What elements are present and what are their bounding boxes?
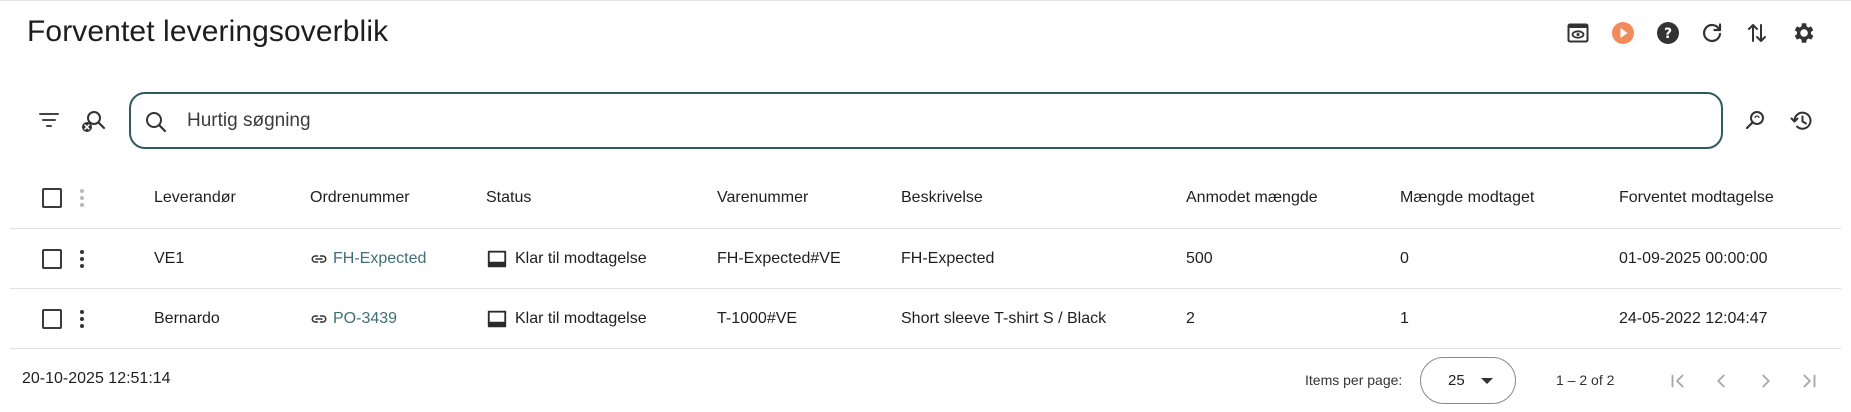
column-header-expected-receipt[interactable]: Forventet modtagelse [1619, 168, 1774, 228]
supplier-cell: Bernardo [154, 309, 220, 327]
table-row[interactable]: Bernardo PO-3439 Klar til modtagelse T-1… [10, 289, 1841, 349]
column-header-order-number[interactable]: Ordrenummer [310, 168, 410, 228]
status-cell: Klar til modtagelse [486, 289, 647, 348]
kebab-icon [80, 309, 84, 328]
pagination-range: 1 – 2 of 2 [1556, 372, 1615, 388]
refresh-icon [1702, 23, 1722, 43]
status-text: Klar til modtagelse [515, 249, 647, 267]
order-number-text: PO-3439 [333, 309, 398, 327]
items-per-page-value: 25 [1448, 372, 1465, 389]
items-per-page-select[interactable]: 25 [1420, 357, 1516, 404]
row-select-cell [42, 229, 62, 288]
row-menu-button[interactable] [80, 229, 84, 288]
status-text: Klar til modtagelse [515, 309, 647, 327]
next-page-button[interactable] [1752, 367, 1780, 395]
item-number-cell: FH-Expected#VE [717, 249, 841, 267]
order-number-link[interactable]: PO-3439 [310, 289, 397, 348]
item-number-cell: T-1000#VE [717, 309, 798, 327]
requested-qty-cell: 2 [1186, 309, 1195, 327]
items-per-page-label: Items per page: [1305, 372, 1403, 388]
column-header-requested-qty[interactable]: Anmodet mængde [1186, 168, 1318, 228]
description-cell: Short sleeve T-shirt S / Black [901, 309, 1107, 327]
table-header-row: Leverandør Ordrenummer Status Varenummer… [10, 168, 1841, 229]
last-updated-timestamp: 20-10-2025 12:51:14 [22, 370, 171, 387]
svg-text:?: ? [1664, 26, 1672, 42]
column-header-status[interactable]: Status [486, 168, 531, 228]
link-icon [311, 254, 327, 263]
preview-button[interactable] [1564, 19, 1592, 47]
select-all-checkbox[interactable] [42, 188, 62, 208]
play-icon [1612, 22, 1634, 44]
filter-button[interactable] [36, 107, 62, 133]
order-number-link[interactable]: FH-Expected [310, 229, 426, 288]
link-icon [311, 314, 327, 323]
kebab-icon [80, 249, 84, 268]
chevron-down-icon [1481, 378, 1493, 384]
settings-icon [1794, 23, 1814, 43]
expected-receipt-cell: 01-09-2025 00:00:00 [1619, 249, 1768, 267]
table-row[interactable]: VE1 FH-Expected Klar til modtagelse FH-E… [10, 229, 1841, 289]
sort-arrows-icon [1748, 24, 1766, 42]
column-header-description[interactable]: Beskrivelse [901, 168, 983, 228]
search-clear-icon [82, 111, 106, 132]
row-checkbox[interactable] [42, 248, 62, 269]
column-header-received-qty[interactable]: Mængde modtaget [1400, 168, 1534, 228]
received-qty-cell: 0 [1400, 249, 1409, 267]
history-icon [1790, 111, 1812, 130]
inbox-icon [487, 310, 507, 327]
status-cell: Klar til modtagelse [486, 229, 647, 288]
supplier-cell: VE1 [154, 249, 185, 267]
search-history-button[interactable] [1788, 107, 1816, 135]
chevron-right-icon [1762, 374, 1770, 388]
column-header-supplier[interactable]: Leverandør [154, 168, 236, 228]
search-icon [146, 112, 167, 133]
row-menu-button[interactable] [80, 289, 84, 348]
first-page-button[interactable] [1664, 367, 1692, 395]
search-refresh-icon [1745, 111, 1764, 130]
row-checkbox[interactable] [42, 308, 62, 329]
select-all-cell [42, 168, 62, 228]
received-qty-cell: 1 [1400, 309, 1409, 327]
chevron-left-icon [1717, 374, 1725, 388]
quick-search-box[interactable] [129, 92, 1723, 149]
last-page-button[interactable] [1795, 367, 1823, 395]
previous-page-button[interactable] [1707, 367, 1735, 395]
column-header-item-number[interactable]: Varenummer [717, 168, 808, 228]
expected-receipt-cell: 24-05-2022 12:04:47 [1619, 309, 1768, 327]
quick-search-input[interactable] [187, 104, 1687, 138]
run-button[interactable] [1609, 19, 1637, 47]
advanced-search-button[interactable] [1742, 107, 1770, 135]
refresh-button[interactable] [1698, 19, 1726, 47]
settings-button[interactable] [1789, 19, 1817, 47]
last-page-icon [1803, 374, 1816, 388]
description-cell: FH-Expected [901, 249, 995, 267]
inbox-icon [487, 250, 507, 267]
first-page-icon [1671, 374, 1684, 388]
requested-qty-cell: 500 [1186, 249, 1213, 267]
filter-lines-icon [39, 113, 59, 127]
page-title: Forventet leveringsoverblik [27, 15, 389, 48]
column-menu-button[interactable] [80, 168, 84, 228]
order-number-text: FH-Expected [333, 249, 427, 267]
import-export-button[interactable] [1743, 19, 1771, 47]
expected-deliveries-table: Leverandør Ordrenummer Status Varenummer… [10, 168, 1841, 349]
clear-search-filter-button[interactable] [80, 107, 108, 135]
row-select-cell [42, 289, 62, 348]
eye-window-icon [1567, 23, 1589, 43]
kebab-icon [80, 189, 84, 207]
help-icon: ? [1657, 22, 1679, 44]
help-button[interactable]: ? [1654, 19, 1682, 47]
